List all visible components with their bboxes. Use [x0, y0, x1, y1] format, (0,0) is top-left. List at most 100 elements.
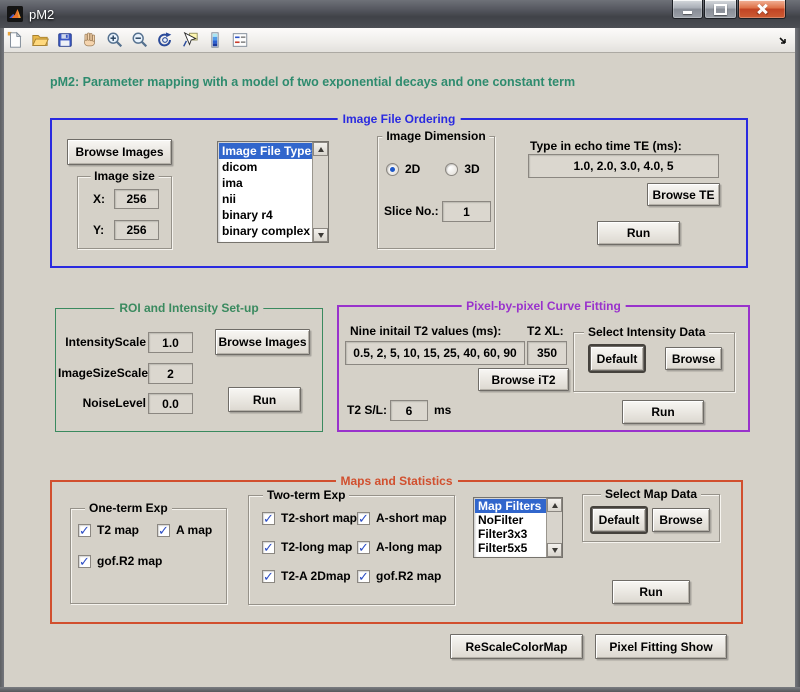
zoom-in-icon[interactable]	[105, 30, 125, 50]
checkbox-t2-short-map[interactable]: ✓ T2-short map	[262, 511, 357, 525]
intensity-browse-button[interactable]: Browse	[665, 347, 722, 370]
maps-run-button[interactable]: Run	[612, 580, 690, 604]
te-field[interactable]: 1.0, 2.0, 3.0, 4.0, 5	[528, 154, 719, 178]
checkbox-icon[interactable]: ✓	[78, 555, 91, 568]
radio-2d[interactable]: 2D	[386, 162, 420, 176]
data-cursor-icon[interactable]	[180, 30, 200, 50]
checkbox-t2-a-2dmap[interactable]: ✓T2-A 2Dmap	[262, 569, 357, 583]
checkbox-label: T2-short map	[281, 511, 357, 525]
checkbox-a-short-map[interactable]: ✓ A-short map	[357, 511, 447, 525]
radio-icon[interactable]	[386, 163, 399, 176]
checkbox-label: A map	[176, 523, 212, 537]
new-file-icon[interactable]	[5, 30, 25, 50]
map-filters-listbox[interactable]: Map FiltersNoFilterFilter3x3Filter5x5	[473, 497, 563, 558]
scroll-up-icon[interactable]	[313, 142, 328, 156]
image-size-y-field[interactable]: 256	[114, 220, 159, 240]
pixel-fitting-show-button[interactable]: Pixel Fitting Show	[595, 634, 727, 659]
slice-no-field[interactable]: 1	[442, 201, 491, 222]
browse-te-button[interactable]: Browse TE	[647, 183, 720, 206]
select-map-title: Select Map Data	[601, 487, 701, 501]
file-types-listbox[interactable]: Image File Typesdicomimaniibinary r4bina…	[217, 141, 329, 243]
group-title-roi-intensity: ROI and Intensity Set-up	[114, 301, 263, 315]
radio-icon[interactable]	[445, 163, 458, 176]
image-size-scale-field[interactable]: 2	[148, 363, 193, 384]
noise-level-field[interactable]: 0.0	[148, 393, 193, 414]
checkbox-a-long-map[interactable]: ✓ A-long map	[357, 540, 447, 554]
checkbox-icon[interactable]: ✓	[262, 512, 275, 525]
list-item[interactable]: nii	[219, 191, 312, 207]
minimize-button[interactable]	[672, 0, 703, 19]
checkbox-a-map[interactable]: ✓ A map	[157, 523, 212, 537]
browse-it2-button[interactable]: Browse iT2	[478, 368, 569, 391]
checkbox-t2-map[interactable]: ✓T2 map	[78, 523, 157, 537]
checkbox-icon[interactable]: ✓	[262, 541, 275, 554]
list-item[interactable]: Filter3x3	[475, 527, 546, 541]
intensity-scale-field[interactable]: 1.0	[148, 332, 193, 353]
checkbox-t2-long-map[interactable]: ✓ T2-long map	[262, 540, 357, 554]
maximize-icon	[714, 4, 727, 15]
roi-run-button[interactable]: Run	[228, 387, 301, 412]
list-item[interactable]: binary complex r4	[219, 223, 312, 239]
radio-3d[interactable]: 3D	[445, 162, 479, 176]
map-browse-button[interactable]: Browse	[652, 508, 710, 532]
colorbar-icon[interactable]	[205, 30, 225, 50]
list-item[interactable]: Filter5x5	[475, 541, 546, 555]
image-dimension-panel: Image Dimension	[377, 136, 495, 249]
close-button[interactable]	[738, 0, 786, 19]
pan-hand-icon[interactable]	[80, 30, 100, 50]
curve-fitting-run-button[interactable]: Run	[622, 400, 704, 424]
t2-sl-label: T2 S/L:	[347, 403, 387, 417]
checkbox-gof-r2-map[interactable]: ✓gof.R2 map	[357, 569, 447, 583]
open-file-icon[interactable]	[30, 30, 50, 50]
scroll-up-icon[interactable]	[547, 498, 562, 512]
checkbox-label: A-long map	[376, 540, 442, 554]
slice-no-label: Slice No.:	[384, 204, 439, 218]
image-dimension-radios: 2D 3D	[386, 162, 480, 176]
browse-images-button[interactable]: Browse Images	[67, 139, 172, 165]
save-icon[interactable]	[55, 30, 75, 50]
two-term-exp-title: Two-term Exp	[263, 488, 349, 502]
toolbar-overflow-icon[interactable]	[779, 35, 789, 49]
list-item[interactable]: Map Filters	[475, 499, 546, 513]
checkbox-icon[interactable]: ✓	[262, 570, 275, 583]
checkbox-gof-r2-map[interactable]: ✓gof.R2 map	[78, 554, 157, 568]
t2-initial-field[interactable]: 0.5, 2, 5, 10, 15, 25, 40, 60, 90	[345, 341, 525, 365]
window-title: pM2	[29, 7, 54, 22]
zoom-out-icon[interactable]	[130, 30, 150, 50]
insert-legend-icon[interactable]	[230, 30, 250, 50]
image-size-x-field[interactable]: 256	[114, 189, 159, 209]
rescale-colormap-button[interactable]: ReScaleColorMap	[450, 634, 583, 659]
intensity-default-button[interactable]: Default	[590, 346, 644, 371]
t2-sl-field[interactable]: 6	[390, 400, 428, 421]
list-item[interactable]: Image File Types	[219, 143, 312, 159]
list-item[interactable]: ima	[219, 175, 312, 191]
scroll-down-icon[interactable]	[313, 228, 328, 242]
roi-browse-images-button[interactable]: Browse Images	[215, 329, 310, 355]
scroll-down-icon[interactable]	[547, 543, 562, 557]
file-types-scrollbar[interactable]	[312, 142, 328, 242]
window-border-left	[0, 28, 4, 692]
intensity-scale-label: IntensityScale	[58, 335, 146, 349]
checkbox-label: gof.R2 map	[97, 554, 162, 568]
checkbox-icon[interactable]: ✓	[357, 541, 370, 554]
list-item[interactable]: NoFilter	[475, 513, 546, 527]
checkbox-icon[interactable]: ✓	[78, 524, 91, 537]
list-item[interactable]: dicom	[219, 159, 312, 175]
rotate-3d-icon[interactable]	[155, 30, 175, 50]
t2-sl-unit-label: ms	[434, 403, 451, 417]
checkbox-label: A-short map	[376, 511, 447, 525]
t2-xl-field[interactable]: 350	[527, 341, 567, 365]
one-term-checkboxes: ✓T2 map✓A map✓gof.R2 map	[78, 523, 212, 568]
figure-toolbar	[1, 28, 799, 53]
checkbox-label: T2-long map	[281, 540, 352, 554]
checkbox-icon[interactable]: ✓	[357, 570, 370, 583]
map-default-button[interactable]: Default	[592, 508, 646, 532]
matlab-app-icon	[7, 6, 23, 22]
image-size-y-label: Y:	[93, 223, 104, 237]
maximize-button[interactable]	[704, 0, 737, 19]
checkbox-icon[interactable]: ✓	[357, 512, 370, 525]
list-item[interactable]: binary r4	[219, 207, 312, 223]
map-filters-scrollbar[interactable]	[546, 498, 562, 557]
checkbox-icon[interactable]: ✓	[157, 524, 170, 537]
image-ordering-run-button[interactable]: Run	[597, 221, 680, 245]
